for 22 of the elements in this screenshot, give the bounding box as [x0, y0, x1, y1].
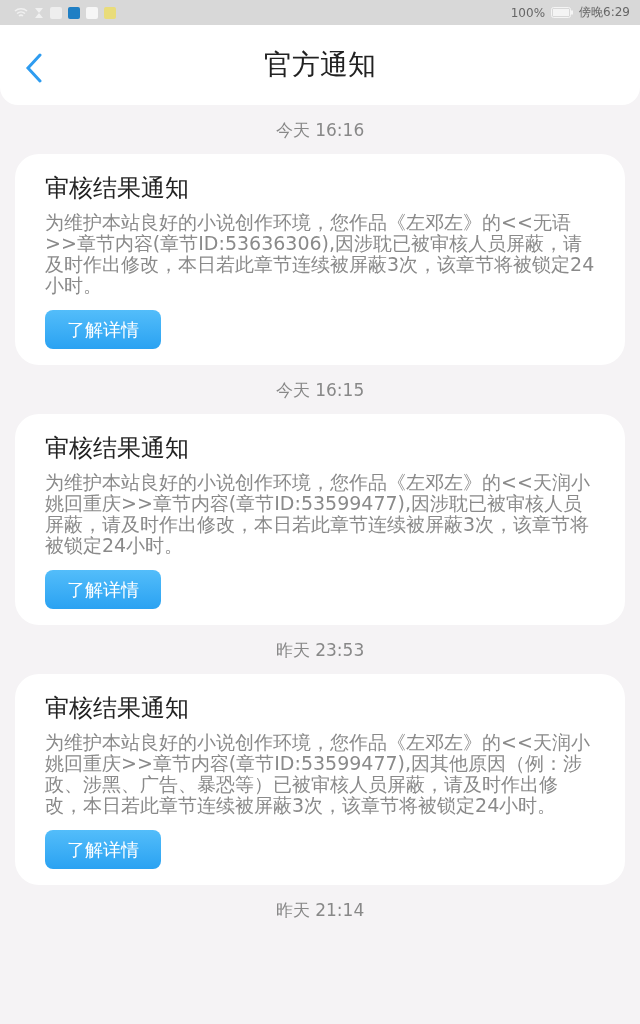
back-icon[interactable] [24, 53, 44, 83]
battery-icon [551, 7, 574, 18]
clock: 傍晚6:29 [579, 4, 630, 21]
page-title: 官方通知 [264, 47, 376, 83]
timestamp: 今天 16:15 [275, 380, 365, 400]
hourglass-icon [34, 6, 44, 19]
app-icon [104, 6, 116, 19]
details-button[interactable]: 了解详情 [45, 830, 161, 869]
notification-text: 为维护本站良好的小说创作环境，您作品《左邓左》的<<天润小姚回重庆>>章节内容(章节ID:53599477),因其他原因（例：涉政、涉黑、广告、暴恐等）已被审核人员屏蔽，请及时作出修改，本日若此章节连续被屏蔽3次，该章节将被锁定24小时。 [45, 732, 591, 816]
notification-text: 为维护本站良好的小说创作环境，您作品《左邓左》的<<天润小姚回重庆>>章节内容(章节ID:53599477),因涉耽已被审核人员屏蔽，请及时作出修改，本日若此章节连续被屏蔽3次，该章节将被锁定24小时。 [45, 472, 591, 556]
battery-percent: 100% [510, 5, 546, 20]
notification-text: 为维护本站良好的小说创作环境，您作品《左邓左》的<<无语>>章节内容(章节ID:53636306),因涉耽已被审核人员屏蔽，请及时作出修改，本日若此章节连续被屏蔽3次，该章节将被锁定24小时。 [45, 212, 595, 296]
notification-title: 审核结果通知 [45, 433, 189, 464]
app-icon [86, 6, 98, 19]
timestamp: 昨天 23:53 [275, 640, 365, 660]
wifi-icon [14, 6, 28, 19]
details-button[interactable]: 了解详情 [45, 310, 161, 349]
details-button[interactable]: 了解详情 [45, 570, 161, 609]
timestamp: 昨天 21:14 [275, 900, 365, 920]
timestamp: 今天 16:16 [275, 120, 365, 140]
notification-title: 审核结果通知 [45, 173, 189, 204]
notification-title: 审核结果通知 [45, 693, 189, 724]
